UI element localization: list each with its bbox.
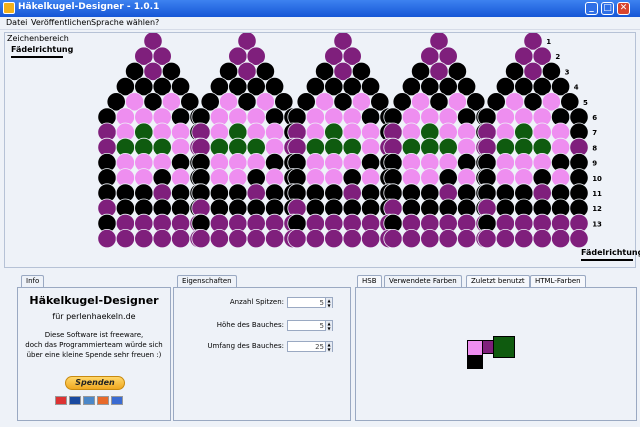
bead[interactable]: [477, 229, 497, 249]
swatch-pink[interactable]: [467, 340, 483, 356]
field-label-hoehe: Höhe des Bauches:: [216, 321, 284, 329]
menu-datei[interactable]: Datei: [6, 18, 27, 27]
minimize-button[interactable]: _: [585, 2, 598, 15]
bead[interactable]: [97, 229, 117, 249]
bead[interactable]: [456, 229, 477, 249]
row-number: 6: [592, 114, 597, 122]
bead[interactable]: [191, 229, 211, 249]
bead[interactable]: [152, 229, 172, 249]
bead[interactable]: [246, 229, 266, 249]
umfang-down-icon[interactable]: ▼: [326, 347, 332, 352]
tab-info[interactable]: Info: [21, 275, 45, 287]
bead[interactable]: [514, 229, 534, 249]
row-number: 12: [592, 205, 602, 213]
row-number: 1: [546, 38, 551, 46]
bead[interactable]: [532, 229, 552, 249]
info-site: für perlenhaekeln.de: [52, 312, 136, 321]
info-text-3: über eine kleine Spende sehr freuen :): [26, 351, 162, 359]
row-number: 3: [565, 68, 570, 76]
tab-used-colors[interactable]: Verwendete Farben: [384, 275, 462, 287]
hoehe-value[interactable]: 5: [320, 321, 324, 331]
info-text-2: doch das Programmierteam würde sich: [25, 341, 163, 349]
umfang-stepper[interactable]: 25 ▲ ▼: [287, 341, 333, 352]
bead[interactable]: [383, 229, 403, 249]
info-app-name: Häkelkugel-Designer: [29, 294, 159, 307]
menu-help[interactable]: ?: [155, 18, 159, 27]
spitzen-down-icon[interactable]: ▼: [326, 303, 332, 308]
title-bar: Häkelkugel-Designer - 1.0.1 _ □ ✕: [0, 0, 640, 17]
tab-properties[interactable]: Eigenschaften: [177, 275, 237, 287]
bead[interactable]: [305, 229, 325, 249]
row-number: 11: [592, 190, 602, 198]
row-number: 13: [592, 220, 602, 228]
properties-panel: Anzahl Spitzen: 5 ▲ ▼ Höhe des Bauches: 5…: [173, 287, 351, 421]
tab-html-colors[interactable]: HTML-Farben: [530, 275, 586, 287]
menu-veroeffentlichen[interactable]: Veröffentlichen: [31, 18, 91, 27]
bead[interactable]: [228, 229, 248, 249]
hoehe-stepper[interactable]: 5 ▲ ▼: [287, 320, 333, 331]
bead[interactable]: [209, 229, 229, 249]
bead[interactable]: [401, 229, 421, 249]
bead[interactable]: [134, 229, 154, 249]
row-number: 9: [592, 160, 597, 168]
maximize-button[interactable]: □: [601, 2, 614, 15]
bead[interactable]: [342, 229, 362, 249]
bead[interactable]: [420, 229, 440, 249]
row-number: 10: [592, 175, 602, 183]
menu-sprache[interactable]: Sprache wählen: [91, 18, 155, 27]
info-text-1: Diese Software ist freeware,: [44, 331, 144, 339]
bead[interactable]: [171, 229, 191, 249]
hoehe-down-icon[interactable]: ▼: [326, 326, 332, 331]
row-number: 2: [555, 53, 560, 61]
tab-recent-colors[interactable]: Zuletzt benutzt: [466, 275, 530, 287]
bead[interactable]: [264, 229, 285, 249]
donate-widget[interactable]: Spenden: [45, 376, 143, 412]
colors-panel: [355, 287, 637, 421]
app-icon: [3, 2, 15, 14]
payment-cards-icon: [55, 396, 133, 406]
drawing-area: Zeichenbereich Fädelrichtung Fädelrichtu…: [4, 32, 640, 268]
bead[interactable]: [324, 229, 344, 249]
field-label-umfang: Umfang des Bauches:: [207, 342, 284, 350]
close-button[interactable]: ✕: [617, 2, 630, 15]
bead[interactable]: [360, 229, 381, 249]
swatch-black[interactable]: [467, 355, 483, 369]
donate-button[interactable]: Spenden: [65, 376, 125, 390]
row-number: 8: [592, 144, 597, 152]
info-panel: Häkelkugel-Designer für perlenhaekeln.de…: [17, 287, 171, 421]
bead[interactable]: [569, 229, 589, 249]
row-number: 7: [592, 129, 597, 137]
spitzen-value[interactable]: 5: [320, 298, 324, 308]
menu-bar: Datei Veröffentlichen Sprache wählen ?: [0, 17, 640, 30]
swatch-green[interactable]: [493, 336, 515, 358]
bead[interactable]: [550, 229, 571, 249]
row-number: 5: [583, 99, 588, 107]
bead[interactable]: [287, 229, 307, 249]
bead[interactable]: [115, 229, 136, 249]
bead[interactable]: [495, 229, 515, 249]
window-title: Häkelkugel-Designer - 1.0.1: [18, 2, 160, 12]
bead[interactable]: [438, 229, 458, 249]
row-number: 4: [574, 84, 579, 92]
tab-hsb[interactable]: HSB: [357, 275, 382, 287]
field-label-spitzen: Anzahl Spitzen:: [229, 298, 284, 306]
umfang-value[interactable]: 25: [315, 342, 324, 352]
spitzen-stepper[interactable]: 5 ▲ ▼: [287, 297, 333, 308]
bead-pattern-grid[interactable]: 12345678910111213: [5, 33, 635, 267]
